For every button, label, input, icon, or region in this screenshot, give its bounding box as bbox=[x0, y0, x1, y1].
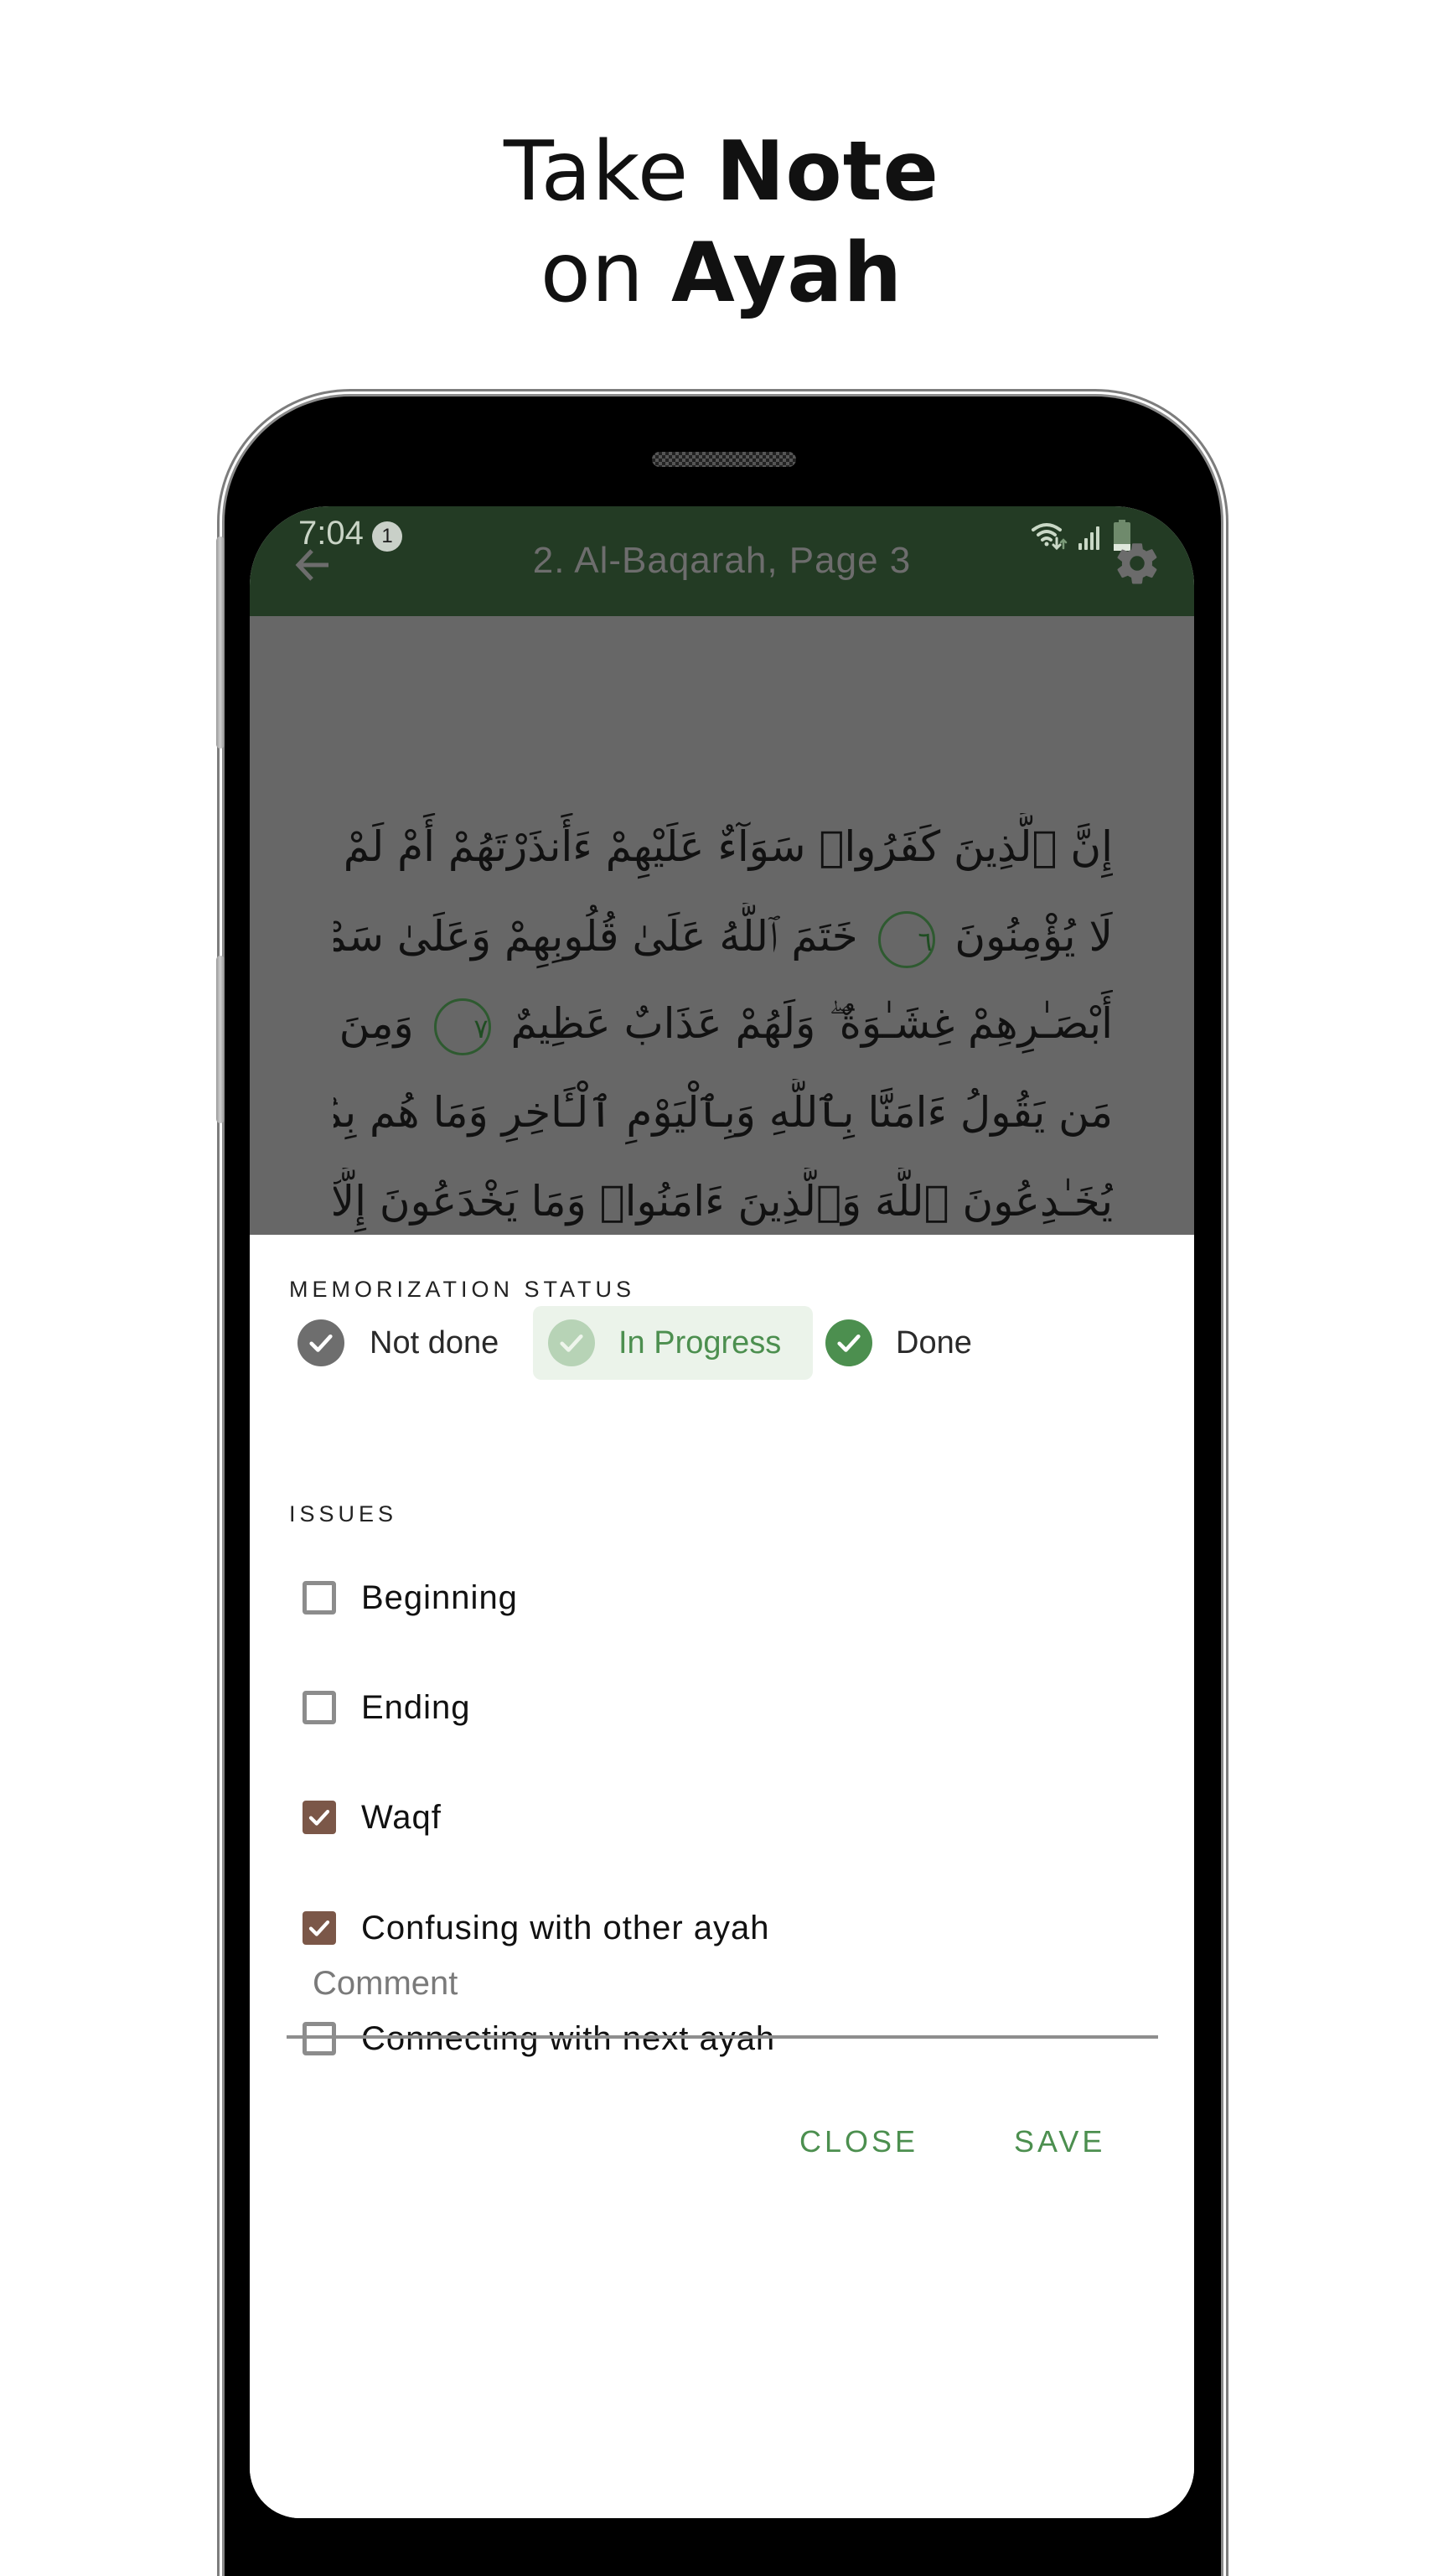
comment-field[interactable] bbox=[287, 1931, 1158, 2043]
headline-line-1: Take Note bbox=[0, 122, 1443, 222]
save-button[interactable]: SAVE bbox=[1001, 2116, 1119, 2168]
quran-page-overlay: إِنَّ ٱلَّذِينَ كَفَرُوا۟ سَوَآءٌ عَلَيْ… bbox=[250, 616, 1194, 1235]
headline-line-2: on Ayah bbox=[0, 223, 1443, 324]
status-option-in-progress[interactable]: In Progress bbox=[533, 1306, 813, 1380]
headline-light-text: on bbox=[540, 225, 672, 321]
app-bar: 7:04 1 2. Al-Baqarah, Page 3 bbox=[250, 506, 1194, 616]
status-option-not-done[interactable]: Not done bbox=[297, 1306, 499, 1380]
ayah-text: مَن يَقُولُ ءَامَنَّا بِٱللَّهِ وَبِٱلْي… bbox=[334, 1088, 1113, 1137]
checkbox-unchecked-icon[interactable] bbox=[303, 1691, 336, 1724]
issue-checkbox-waqf[interactable]: Waqf bbox=[303, 1792, 442, 1843]
ayah-text: أَبْصَـٰرِهِمْ غِشَـٰوَةٌ ۖ وَلَهُمْ عَذ… bbox=[510, 999, 1113, 1048]
verse-number-marker[interactable]: ٦ bbox=[877, 910, 935, 968]
phone-speaker-grille bbox=[652, 452, 796, 467]
issue-label: Ending bbox=[361, 1688, 471, 1726]
headline-bold-text: Ayah bbox=[671, 225, 903, 321]
close-button[interactable]: CLOSE bbox=[786, 2116, 932, 2168]
phone-volume-button bbox=[216, 536, 225, 749]
status-option-label: In Progress bbox=[618, 1324, 782, 1361]
comment-input[interactable] bbox=[287, 1931, 1158, 2039]
headline-light-text: Take bbox=[503, 124, 716, 220]
issue-label: Waqf bbox=[361, 1798, 442, 1836]
phone-power-button bbox=[216, 956, 225, 1123]
phone-screen: 7:04 1 2. Al-Baqarah, Page 3 إِنَّ ٱلَّذ… bbox=[250, 506, 1194, 2518]
issue-label: Beginning bbox=[361, 1578, 518, 1616]
check-circle-icon bbox=[548, 1319, 595, 1366]
ayah-line: إِنَّ ٱلَّذِينَ كَفَرُوا۟ سَوَآءٌ عَلَيْ… bbox=[334, 813, 1113, 880]
status-option-label: Done bbox=[896, 1324, 972, 1361]
ayah-line: مَن يَقُولُ ءَامَنَّا بِٱللَّهِ وَبِٱلْي… bbox=[334, 1079, 1113, 1146]
memorization-status-label: MEMORIZATION STATUS bbox=[289, 1277, 635, 1302]
checkbox-checked-icon[interactable] bbox=[303, 1801, 336, 1834]
gear-icon[interactable] bbox=[1112, 538, 1162, 588]
status-option-done[interactable]: Done bbox=[825, 1306, 972, 1380]
ayah-text: يُخَـٰدِعُونَ ٱللَّهَ وَٱلَّذِينَ ءَامَن… bbox=[334, 1177, 1113, 1226]
ayah-line: لَا يُؤْمِنُونَ ٦ خَتَمَ ٱللَّهُ عَلَىٰ … bbox=[334, 903, 1113, 970]
issue-checkbox-beginning[interactable]: Beginning bbox=[303, 1573, 518, 1623]
ayah-text: إِنَّ ٱلَّذِينَ كَفَرُوا۟ سَوَآءٌ عَلَيْ… bbox=[334, 822, 1113, 871]
note-bottom-sheet: MEMORIZATION STATUS Not done In Progress… bbox=[250, 1235, 1194, 2518]
verse-number-marker[interactable]: ٧ bbox=[433, 998, 491, 1055]
ayah-text: خَتَمَ ٱللَّهُ عَلَىٰ قُلُوبِهِمْ وَعَلَ… bbox=[334, 912, 858, 961]
issues-label: ISSUES bbox=[289, 1501, 398, 1526]
ayah-text: لَا يُؤْمِنُونَ bbox=[954, 912, 1113, 961]
page-title: 2. Al-Baqarah, Page 3 bbox=[532, 540, 912, 581]
check-circle-icon bbox=[825, 1319, 872, 1366]
status-option-label: Not done bbox=[370, 1324, 499, 1361]
ayah-line: يُخَـٰدِعُونَ ٱللَّهَ وَٱلَّذِينَ ءَامَن… bbox=[334, 1168, 1113, 1235]
issue-checkbox-ending[interactable]: Ending bbox=[303, 1682, 471, 1733]
check-circle-icon bbox=[297, 1319, 344, 1366]
headline-bold-text: Note bbox=[716, 124, 940, 220]
memorization-status-group: Not done In Progress Done bbox=[289, 1306, 1127, 1381]
ayah-line: أَبْصَـٰرِهِمْ غِشَـٰوَةٌ ۖ وَلَهُمْ عَذ… bbox=[334, 990, 1113, 1057]
ayah-text: وَمِنَ ٱلنَّاسِ bbox=[334, 999, 414, 1048]
checkbox-unchecked-icon[interactable] bbox=[303, 1581, 336, 1615]
